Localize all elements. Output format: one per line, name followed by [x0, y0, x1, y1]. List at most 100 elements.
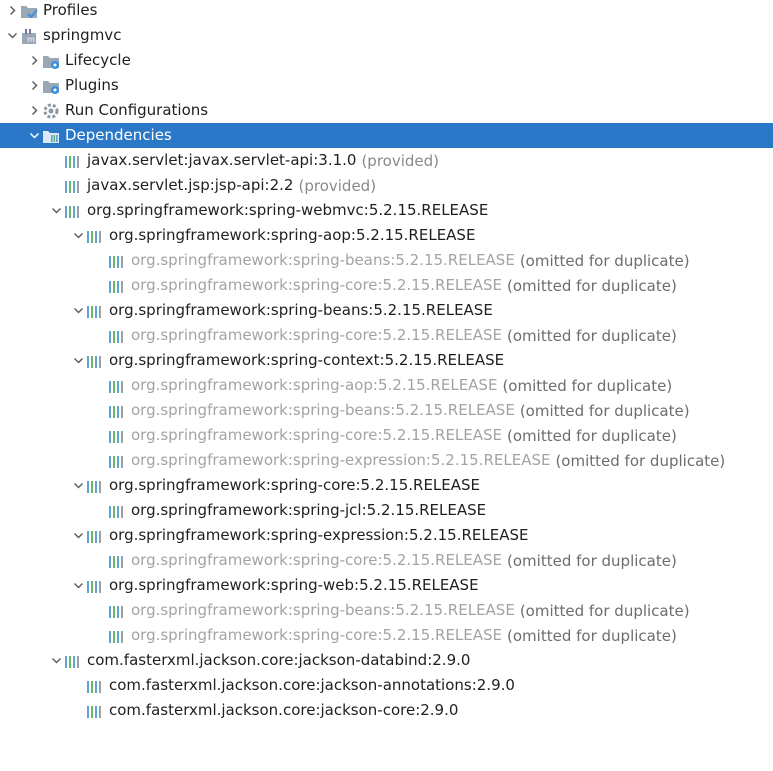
tree-row[interactable]: org.springframework:spring-expression:5.…	[0, 523, 773, 548]
tree-item-label: org.springframework:spring-aop:5.2.15.RE…	[109, 226, 476, 244]
tree-row[interactable]: Plugins	[0, 73, 773, 98]
chevron-down-icon[interactable]	[70, 473, 86, 498]
tree-item-label: org.springframework:spring-jcl:5.2.15.RE…	[131, 501, 487, 519]
library-icon	[108, 252, 126, 270]
tree-row[interactable]: Dependencies	[0, 123, 773, 148]
tree-row[interactable]: org.springframework:spring-core:5.2.15.R…	[0, 423, 773, 448]
library-icon	[108, 327, 126, 345]
gear-icon	[42, 102, 60, 120]
tree-row[interactable]: m springmvc	[0, 23, 773, 48]
tree-row[interactable]: org.springframework:spring-aop:5.2.15.RE…	[0, 223, 773, 248]
svg-text:m: m	[27, 35, 35, 44]
library-icon	[64, 202, 82, 220]
tree-row[interactable]: com.fasterxml.jackson.core:jackson-core:…	[0, 698, 773, 723]
library-icon	[86, 302, 104, 320]
tree-item-label: org.springframework:spring-core:5.2.15.R…	[131, 276, 503, 294]
tree-row[interactable]: org.springframework:spring-core:5.2.15.R…	[0, 323, 773, 348]
tree-row[interactable]: org.springframework:spring-context:5.2.1…	[0, 348, 773, 373]
tree-item-label: org.springframework:spring-beans:5.2.15.…	[131, 401, 515, 419]
chevron-down-icon[interactable]	[70, 298, 86, 323]
library-icon	[86, 477, 104, 495]
tree-row[interactable]: org.springframework:spring-beans:5.2.15.…	[0, 398, 773, 423]
tree-item-label: org.springframework:spring-webmvc:5.2.15…	[87, 201, 489, 219]
plugins-folder-icon	[42, 77, 60, 95]
tree-row[interactable]: javax.servlet.jsp:jsp-api:2.2 (provided)	[0, 173, 773, 198]
tree-row[interactable]: com.fasterxml.jackson.core:jackson-datab…	[0, 648, 773, 673]
library-icon	[86, 527, 104, 545]
tree-row[interactable]: javax.servlet:javax.servlet-api:3.1.0 (pr…	[0, 148, 773, 173]
tree-item-scope: (omitted for duplicate)	[507, 426, 677, 445]
tree-item-label: Dependencies	[65, 126, 172, 144]
tree-item-scope: (omitted for duplicate)	[507, 626, 677, 645]
tree-item-label: com.fasterxml.jackson.core:jackson-annot…	[109, 676, 515, 694]
library-icon	[64, 652, 82, 670]
chevron-down-icon[interactable]	[70, 573, 86, 598]
tree-row[interactable]: org.springframework:spring-core:5.2.15.R…	[0, 273, 773, 298]
library-icon	[86, 702, 104, 720]
chevron-right-icon[interactable]	[26, 48, 42, 73]
tree-item-label: org.springframework:spring-context:5.2.1…	[109, 351, 505, 369]
tree-row[interactable]: com.fasterxml.jackson.core:jackson-annot…	[0, 673, 773, 698]
library-icon	[108, 552, 126, 570]
tree-row[interactable]: org.springframework:spring-aop:5.2.15.RE…	[0, 373, 773, 398]
chevron-down-icon[interactable]	[70, 523, 86, 548]
tree-row[interactable]: org.springframework:spring-beans:5.2.15.…	[0, 598, 773, 623]
tree-row[interactable]: org.springframework:spring-beans:5.2.15.…	[0, 248, 773, 273]
library-icon	[108, 402, 126, 420]
tree-item-label: Lifecycle	[65, 51, 131, 69]
tree-item-scope: (provided)	[361, 151, 440, 170]
tree-row[interactable]: Profiles	[0, 0, 773, 23]
tree-row[interactable]: org.springframework:spring-jcl:5.2.15.RE…	[0, 498, 773, 523]
tree-row[interactable]: org.springframework:spring-beans:5.2.15.…	[0, 298, 773, 323]
tree-row[interactable]: Run Configurations	[0, 98, 773, 123]
chevron-down-icon[interactable]	[48, 648, 64, 673]
library-icon	[64, 152, 82, 170]
tree-row[interactable]: org.springframework:spring-expression:5.…	[0, 448, 773, 473]
chevron-down-icon[interactable]	[70, 348, 86, 373]
chevron-down-icon[interactable]	[48, 198, 64, 223]
chevron-right-icon[interactable]	[26, 73, 42, 98]
tree-item-label: com.fasterxml.jackson.core:jackson-core:…	[109, 701, 459, 719]
library-icon	[108, 427, 126, 445]
tree-item-label: org.springframework:spring-core:5.2.15.R…	[109, 476, 481, 494]
tree-row[interactable]: org.springframework:spring-core:5.2.15.R…	[0, 473, 773, 498]
tree-item-label: javax.servlet:javax.servlet-api:3.1.0	[87, 151, 357, 169]
tree-item-label: com.fasterxml.jackson.core:jackson-datab…	[87, 651, 471, 669]
tree-row[interactable]: Lifecycle	[0, 48, 773, 73]
tree-item-label: springmvc	[43, 26, 122, 44]
lifecycle-folder-icon	[42, 52, 60, 70]
tree-item-label: org.springframework:spring-expression:5.…	[109, 526, 529, 544]
tree-item-label: Run Configurations	[65, 101, 209, 119]
chevron-down-icon[interactable]	[4, 23, 20, 48]
dependencies-folder-icon	[42, 127, 60, 145]
tree-item-scope: (omitted for duplicate)	[507, 326, 677, 345]
tree-item-label: org.springframework:spring-core:5.2.15.R…	[131, 326, 503, 344]
tree-item-scope: (omitted for duplicate)	[519, 601, 690, 620]
tree-item-label: javax.servlet.jsp:jsp-api:2.2	[87, 176, 294, 194]
tree-row[interactable]: org.springframework:spring-core:5.2.15.R…	[0, 548, 773, 573]
library-icon	[108, 502, 126, 520]
tree-item-label: org.springframework:spring-beans:5.2.15.…	[131, 251, 515, 269]
chevron-right-icon[interactable]	[4, 0, 20, 23]
chevron-down-icon[interactable]	[70, 223, 86, 248]
tree-row[interactable]: org.springframework:spring-webmvc:5.2.15…	[0, 198, 773, 223]
library-icon	[108, 377, 126, 395]
library-icon	[108, 627, 126, 645]
tree-item-label: org.springframework:spring-beans:5.2.15.…	[131, 601, 515, 619]
tree-row[interactable]: org.springframework:spring-core:5.2.15.R…	[0, 623, 773, 648]
tree-row[interactable]: org.springframework:spring-web:5.2.15.RE…	[0, 573, 773, 598]
tree-item-label: org.springframework:spring-aop:5.2.15.RE…	[131, 376, 498, 394]
chevron-right-icon[interactable]	[26, 98, 42, 123]
tree-item-scope: (omitted for duplicate)	[519, 251, 690, 270]
library-icon	[86, 352, 104, 370]
chevron-down-icon[interactable]	[26, 123, 42, 148]
